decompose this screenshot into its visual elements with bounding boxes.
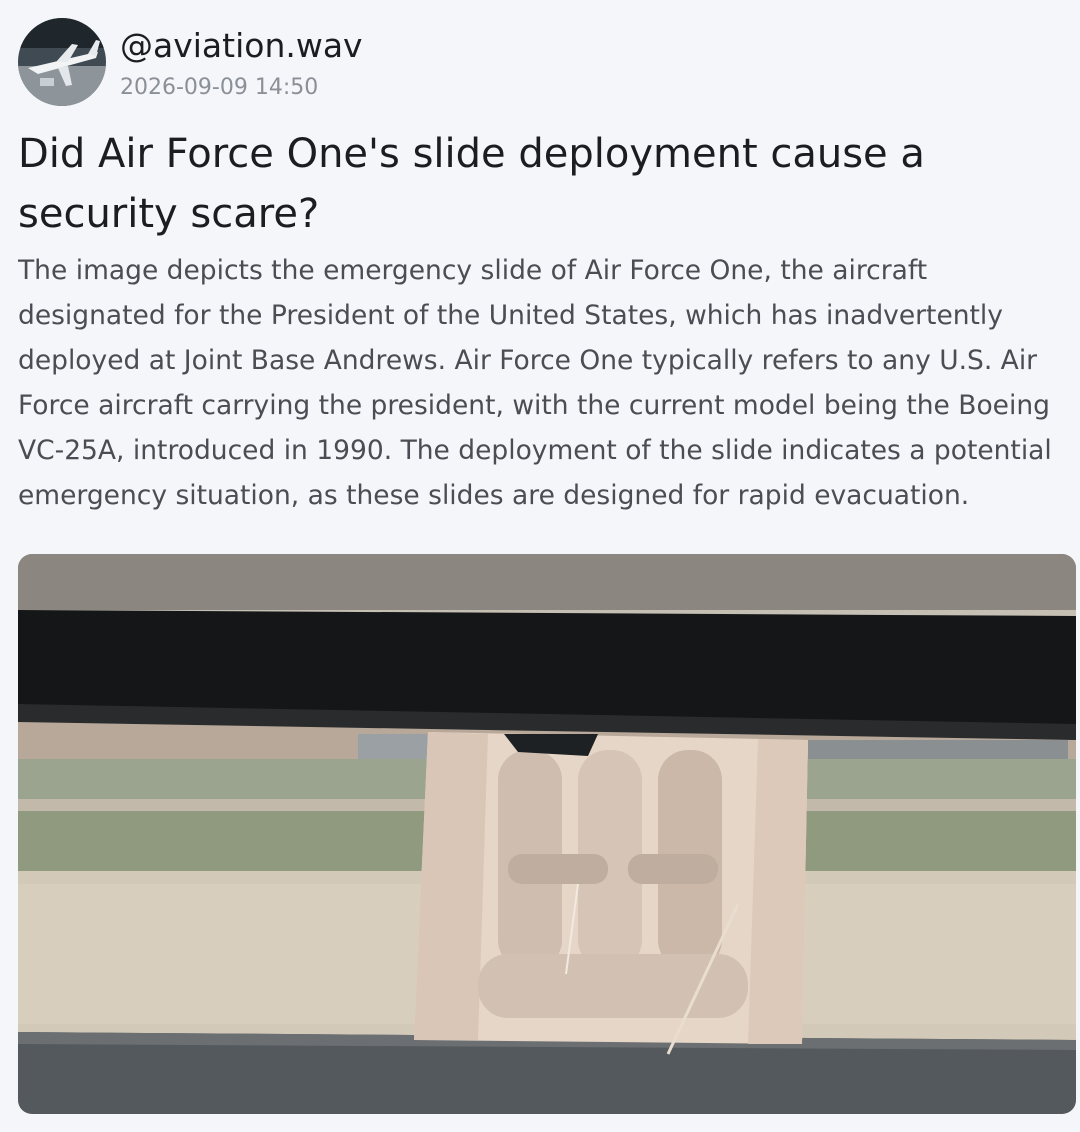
post-body: The image depicts the emergency slide of…: [18, 255, 1052, 511]
post-card: @aviation.wav 2026-09-09 14:50 Did Air F…: [0, 0, 1080, 1132]
emergency-slide-photo: [18, 554, 1076, 1114]
post-timestamp: 2026-09-09 14:50: [120, 75, 319, 100]
airplane-avatar-icon: [18, 18, 106, 106]
avatar[interactable]: [18, 18, 106, 106]
username[interactable]: @aviation.wav: [120, 24, 363, 68]
post-image[interactable]: [18, 554, 1076, 1114]
post-title: Did Air Force One's slide deployment cau…: [18, 131, 925, 237]
